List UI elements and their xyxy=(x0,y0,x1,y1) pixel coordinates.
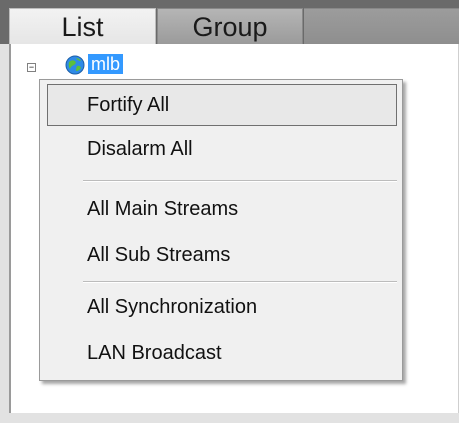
context-menu: Fortify All Disalarm All All Main Stream… xyxy=(39,79,403,381)
tab-bar-filler xyxy=(304,8,459,45)
tab-list[interactable]: List xyxy=(9,8,156,44)
tree-node-label[interactable]: mlb xyxy=(88,54,124,74)
menu-item-all-synchronization[interactable]: All Synchronization xyxy=(47,286,397,328)
menu-separator xyxy=(83,180,397,182)
menu-item-all-main-streams[interactable]: All Main Streams xyxy=(47,188,397,230)
panel-margin-bottom xyxy=(9,413,459,423)
globe-icon xyxy=(65,55,85,75)
tab-group[interactable]: Group xyxy=(157,8,303,44)
menu-separator xyxy=(83,281,397,283)
collapse-icon[interactable]: − xyxy=(27,63,36,72)
tab-bar: List Group xyxy=(0,0,459,45)
menu-item-fortify-all[interactable]: Fortify All xyxy=(47,84,397,126)
menu-item-disalarm-all[interactable]: Disalarm All xyxy=(47,128,397,170)
menu-item-lan-broadcast[interactable]: LAN Broadcast xyxy=(47,332,397,374)
menu-item-all-sub-streams[interactable]: All Sub Streams xyxy=(47,234,397,276)
panel-margin xyxy=(0,44,9,423)
